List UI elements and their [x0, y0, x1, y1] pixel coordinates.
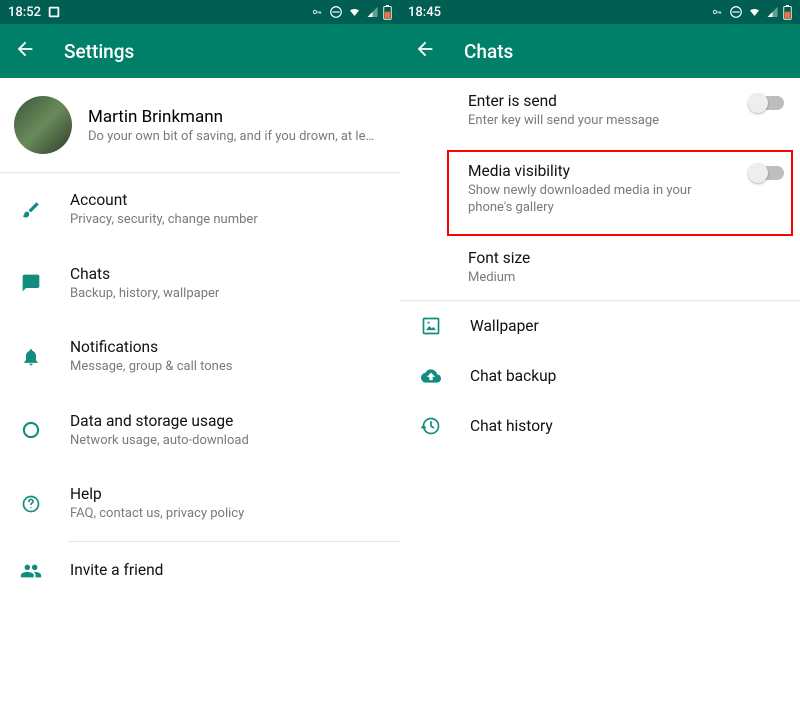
- chats-item-font-size[interactable]: Font size Medium: [400, 235, 800, 301]
- app-bar: Settings: [0, 24, 400, 78]
- item-title: Invite a friend: [70, 561, 384, 579]
- data-usage-icon: [20, 419, 42, 441]
- history-icon: [420, 415, 442, 437]
- cloud-upload-icon: [420, 365, 442, 387]
- chats-screen: 18:45 Chats Enter is send Enter key will…: [400, 0, 800, 711]
- dnd-icon: [729, 5, 743, 19]
- wifi-icon: [747, 6, 762, 18]
- item-sub: Show newly downloaded media in your phon…: [468, 182, 738, 217]
- battery-icon: [783, 5, 792, 20]
- key-icon: [20, 199, 42, 221]
- item-title: Chat history: [470, 417, 784, 435]
- page-title: Chats: [464, 40, 513, 63]
- wallpaper-icon: [420, 315, 442, 337]
- people-icon: [20, 560, 42, 582]
- item-title: Account: [70, 191, 384, 209]
- chats-item-chat-history[interactable]: Chat history: [400, 401, 800, 451]
- toggle-switch[interactable]: [750, 96, 784, 110]
- chats-item-enter-is-send[interactable]: Enter is send Enter key will send your m…: [400, 78, 800, 144]
- item-sub: Privacy, security, change number: [70, 211, 384, 229]
- item-title: Notifications: [70, 338, 384, 356]
- item-sub: Network usage, auto-download: [70, 432, 384, 450]
- chats-item-media-visibility[interactable]: Media visibility Show newly downloaded m…: [400, 144, 800, 235]
- settings-item-help[interactable]: Help FAQ, contact us, privacy policy: [0, 467, 400, 541]
- item-title: Chats: [70, 265, 384, 283]
- settings-item-notifications[interactable]: Notifications Message, group & call tone…: [0, 320, 400, 394]
- profile-row[interactable]: Martin Brinkmann Do your own bit of savi…: [0, 78, 400, 172]
- chat-icon: [20, 272, 42, 294]
- back-icon[interactable]: [414, 38, 436, 64]
- item-sub: Medium: [468, 269, 784, 287]
- status-time: 18:45: [408, 5, 441, 20]
- status-time: 18:52: [8, 5, 41, 20]
- settings-item-data[interactable]: Data and storage usage Network usage, au…: [0, 394, 400, 468]
- profile-name: Martin Brinkmann: [88, 107, 384, 127]
- dnd-icon: [329, 5, 343, 19]
- item-sub: FAQ, contact us, privacy policy: [70, 505, 384, 523]
- item-title: Media visibility: [468, 162, 738, 180]
- item-title: Chat backup: [470, 367, 784, 385]
- item-title: Font size: [468, 249, 784, 267]
- item-title: Help: [70, 485, 384, 503]
- app-bar: Chats: [400, 24, 800, 78]
- status-bar: 18:45: [400, 0, 800, 24]
- help-icon: [20, 493, 42, 515]
- bell-icon: [20, 346, 42, 368]
- wifi-icon: [347, 6, 362, 18]
- item-title: Data and storage usage: [70, 412, 384, 430]
- avatar: [14, 96, 72, 154]
- settings-item-chats[interactable]: Chats Backup, history, wallpaper: [0, 247, 400, 321]
- battery-icon: [383, 5, 392, 20]
- vpn-key-icon: [309, 7, 325, 17]
- settings-screen: 18:52 Settings Martin Brinkmann Do your …: [0, 0, 400, 711]
- back-icon[interactable]: [14, 38, 36, 64]
- settings-item-invite[interactable]: Invite a friend: [0, 542, 400, 600]
- status-bar: 18:52: [0, 0, 400, 24]
- item-sub: Message, group & call tones: [70, 358, 384, 376]
- chats-item-wallpaper[interactable]: Wallpaper: [400, 301, 800, 351]
- settings-item-account[interactable]: Account Privacy, security, change number: [0, 173, 400, 247]
- item-sub: Enter key will send your message: [468, 112, 738, 130]
- chats-item-chat-backup[interactable]: Chat backup: [400, 351, 800, 401]
- toggle-switch[interactable]: [750, 166, 784, 180]
- item-title: Wallpaper: [470, 317, 784, 335]
- item-sub: Backup, history, wallpaper: [70, 285, 384, 303]
- item-title: Enter is send: [468, 92, 738, 110]
- screenshot-icon: [47, 5, 61, 19]
- page-title: Settings: [64, 40, 134, 63]
- signal-icon: [766, 6, 779, 18]
- profile-status: Do your own bit of saving, and if you dr…: [88, 129, 384, 144]
- signal-icon: [366, 6, 379, 18]
- vpn-key-icon: [709, 7, 725, 17]
